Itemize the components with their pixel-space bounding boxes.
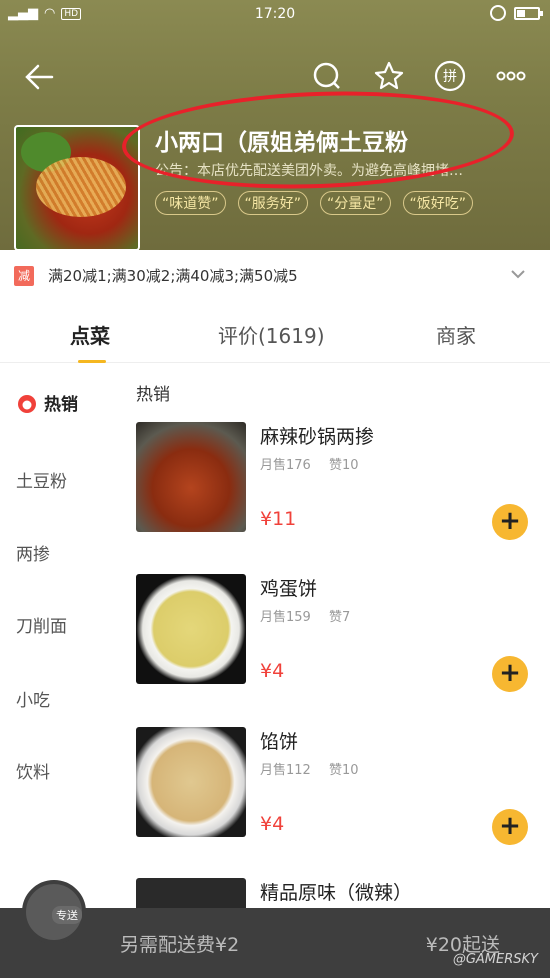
shop-tag: “分量足” [320, 191, 391, 215]
svg-text:拼: 拼 [443, 69, 457, 85]
like-count: 赞7 [328, 610, 351, 625]
dish-photo[interactable] [136, 574, 246, 684]
dish-price: ¥4 [260, 813, 285, 835]
status-bar: ▂▄▆ ◠ HD 17:20 [0, 0, 550, 30]
chevron-down-icon[interactable] [508, 264, 528, 284]
delivery-badge: 专送 [52, 906, 82, 924]
sidebar-item-snacks[interactable]: 小吃 [16, 686, 50, 711]
tab-bar: 点菜 评价(1619) 商家 [0, 305, 550, 363]
add-to-cart-button[interactable]: + [492, 656, 528, 692]
dish-stats: 月售176 赞10 [260, 454, 373, 473]
group-order-icon[interactable]: 拼 [433, 59, 467, 93]
dish-price: ¥11 [260, 508, 297, 530]
promo-bar[interactable]: 减 满20减1;满30减2;满40减3;满50减5 [0, 250, 550, 300]
section-title: 热销 [136, 385, 170, 405]
clock: 17:20 [254, 6, 296, 22]
add-to-cart-button[interactable]: + [492, 809, 528, 845]
like-count: 赞10 [328, 458, 359, 473]
shop-logo [14, 125, 140, 251]
add-to-cart-button[interactable]: + [492, 504, 528, 540]
tab-order[interactable]: 点菜 [70, 320, 110, 349]
dish-name: 馅饼 [260, 731, 299, 753]
menu-item[interactable]: 馅饼 月售112 赞10 ¥4 + [136, 727, 536, 872]
shop-tag: “服务好” [237, 191, 309, 215]
like-count: 赞10 [328, 763, 359, 778]
shop-tag: “饭好吃” [402, 191, 474, 215]
sidebar-item-drinks[interactable]: 饮料 [16, 758, 50, 783]
shop-tag: “味道赞” [155, 191, 226, 215]
dish-photo[interactable] [136, 422, 246, 532]
more-icon[interactable] [494, 59, 528, 93]
favorite-star-icon[interactable] [372, 59, 406, 93]
dish-name: 麻辣砂锅两掺 [260, 426, 375, 448]
monthly-sales: 月售176 [260, 458, 311, 473]
dish-price: ¥4 [260, 660, 285, 682]
dish-stats: 月售159 赞7 [260, 606, 364, 625]
monthly-sales: 月售112 [260, 763, 311, 778]
sidebar-item-hot[interactable]: 热销 [44, 390, 78, 415]
sidebar-item-mixed[interactable]: 两掺 [16, 540, 50, 565]
flame-icon [18, 395, 36, 413]
menu-item[interactable]: 麻辣砂锅两掺 月售176 赞10 ¥11 + [136, 422, 536, 567]
sidebar-item-potato-noodle[interactable]: 土豆粉 [16, 467, 67, 492]
delivery-fee: 另需配送费¥2 [120, 934, 240, 956]
monthly-sales: 月售159 [260, 610, 311, 625]
menu-item[interactable]: 鸡蛋饼 月售159 赞7 ¥4 + [136, 574, 536, 719]
dish-photo[interactable] [136, 727, 246, 837]
active-tab-indicator [78, 360, 106, 363]
tab-reviews[interactable]: 评价(1619) [218, 320, 325, 349]
tab-merchant[interactable]: 商家 [436, 320, 476, 349]
dish-stats: 月售112 赞10 [260, 759, 373, 778]
dish-name: 鸡蛋饼 [260, 578, 318, 600]
promo-text: 满20减1;满30减2;满40减3;满50减5 [48, 267, 298, 285]
sidebar-item-knife-noodle[interactable]: 刀削面 [16, 612, 67, 637]
discount-badge: 减 [14, 266, 34, 286]
back-arrow-icon[interactable] [22, 59, 58, 95]
rotation-lock-icon [490, 5, 506, 21]
shop-tags: “味道赞” “服务好” “分量足” “饭好吃” [155, 191, 474, 215]
search-icon[interactable] [310, 59, 344, 93]
dish-name: 精品原味（微辣） [260, 882, 413, 904]
battery-icon [514, 6, 543, 20]
watermark: @GAMERSKY [452, 952, 538, 967]
shop-header: ▂▄▆ ◠ HD 17:20 拼 小两口（原姐弟俩土豆粉 公告：本店优先配送美团… [0, 0, 550, 251]
top-nav: 拼 [0, 55, 550, 99]
